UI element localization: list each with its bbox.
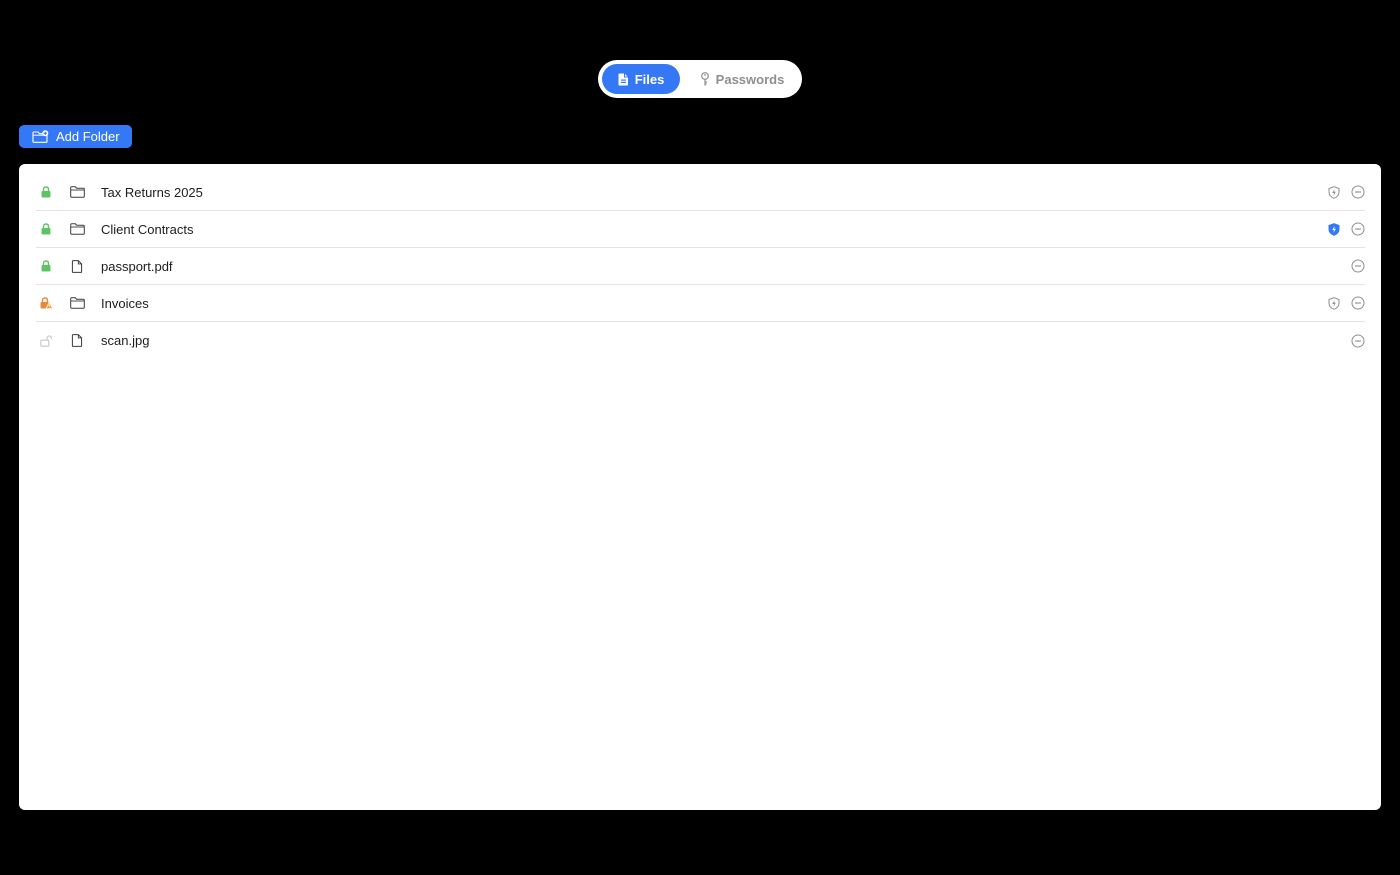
folder-icon — [70, 223, 85, 235]
unlock-icon — [37, 334, 55, 347]
add-folder-label: Add Folder — [56, 129, 120, 144]
list-item[interactable]: Client Contracts — [36, 211, 1365, 248]
remove-icon[interactable] — [1351, 334, 1365, 348]
tab-files[interactable]: Files — [602, 64, 680, 94]
tab-files-label: Files — [634, 71, 665, 87]
tab-passwords-label: Passwords — [715, 71, 785, 87]
remove-icon[interactable] — [1351, 296, 1365, 310]
item-name: Invoices — [101, 295, 149, 311]
view-switcher: Files Passwords — [598, 60, 802, 98]
lock-warning-icon — [37, 297, 55, 309]
list-item[interactable]: Invoices — [36, 285, 1365, 322]
list-item[interactable]: Tax Returns 2025 — [36, 174, 1365, 211]
item-name: Client Contracts — [101, 221, 194, 237]
remove-icon[interactable] — [1351, 259, 1365, 273]
item-name: Tax Returns 2025 — [101, 184, 203, 200]
shield-bolt-filled-icon[interactable] — [1327, 222, 1341, 236]
file-list: Tax Returns 2025 Client Contracts passpo… — [36, 174, 1365, 359]
lock-icon — [37, 223, 55, 235]
tab-passwords[interactable]: Passwords — [686, 64, 798, 94]
list-item[interactable]: scan.jpg — [36, 322, 1365, 359]
folder-icon — [70, 297, 85, 309]
document-icon — [70, 259, 85, 273]
shield-bolt-icon[interactable] — [1327, 296, 1341, 310]
key-icon — [700, 71, 710, 87]
row-actions — [1351, 334, 1365, 348]
shield-bolt-icon[interactable] — [1327, 185, 1341, 199]
item-name: scan.jpg — [101, 333, 150, 348]
file-icon — [618, 73, 629, 86]
document-icon — [70, 334, 85, 347]
remove-icon[interactable] — [1351, 185, 1365, 199]
remove-icon[interactable] — [1351, 222, 1365, 236]
row-actions — [1327, 185, 1365, 199]
app-window: Files Passwords Add Folder Tax Returns 2… — [0, 0, 1400, 875]
list-item[interactable]: passport.pdf — [36, 248, 1365, 285]
add-folder-button[interactable]: Add Folder — [19, 125, 132, 148]
lock-icon — [37, 186, 55, 198]
row-actions — [1327, 222, 1365, 236]
folder-badge-plus-icon — [32, 130, 49, 143]
folder-icon — [70, 186, 85, 198]
item-name: passport.pdf — [101, 258, 173, 274]
row-actions — [1327, 296, 1365, 310]
lock-icon — [37, 260, 55, 272]
row-actions — [1351, 259, 1365, 273]
file-list-panel: Tax Returns 2025 Client Contracts passpo… — [19, 164, 1381, 810]
